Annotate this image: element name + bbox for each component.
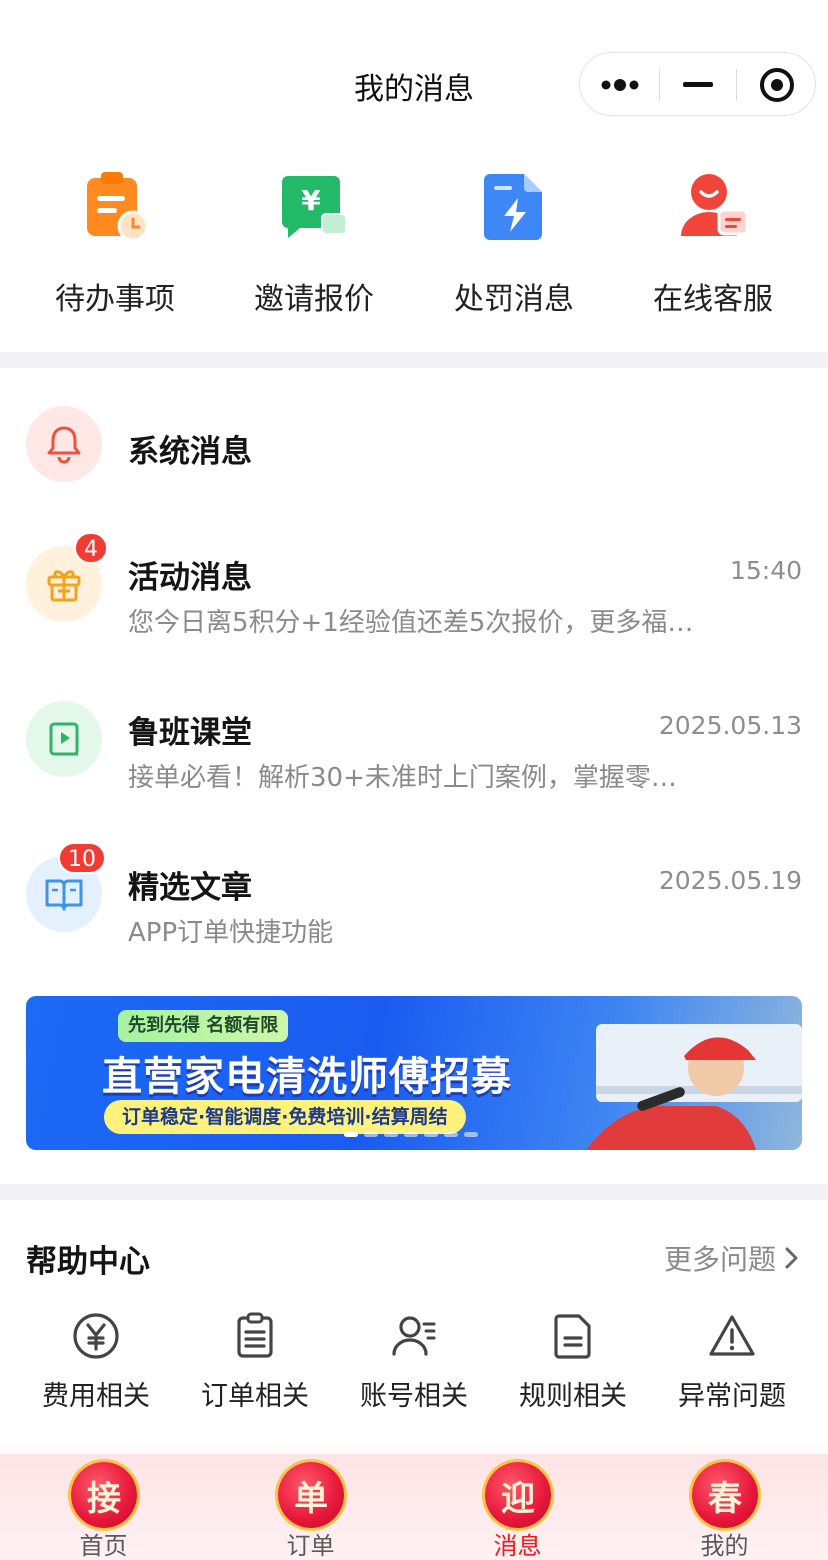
message-item-system[interactable]: 系统消息 bbox=[0, 390, 828, 500]
banner-dot[interactable] bbox=[404, 1132, 418, 1137]
customer-service-icon bbox=[681, 174, 749, 236]
more-questions-label: 更多问题 bbox=[663, 1243, 776, 1276]
clipboard-clock-icon bbox=[87, 172, 149, 242]
message-item-activity[interactable]: 4 活动消息 15:40 您今日离5积分+1经验值还差5次报价，更多福… bbox=[0, 532, 828, 642]
classroom-avatar bbox=[26, 701, 102, 777]
message-title: 系统消息 bbox=[128, 434, 252, 470]
open-book-icon bbox=[45, 879, 83, 911]
message-preview: 您今日离5积分+1经验值还差5次报价，更多福… bbox=[128, 608, 694, 638]
more-questions-link[interactable]: 更多问题 bbox=[664, 1238, 798, 1278]
bottom-tab-bar: 接 首页 单 订单 迎 消息 春 我的 bbox=[0, 1454, 828, 1560]
message-title: 鲁班课堂 bbox=[128, 715, 252, 751]
yen-chat-icon: ¥ bbox=[282, 176, 347, 238]
more-dots-icon bbox=[601, 79, 638, 91]
banner-pagination bbox=[344, 1132, 478, 1137]
message-title: 精选文章 bbox=[128, 870, 252, 906]
gift-icon bbox=[47, 570, 81, 602]
nav-header: 我的消息 bbox=[0, 0, 828, 150]
target-icon bbox=[759, 68, 794, 102]
message-time: 2025.05.13 bbox=[658, 711, 802, 740]
document-icon bbox=[554, 1314, 591, 1359]
message-time: 2025.05.19 bbox=[658, 866, 802, 895]
recruitment-banner[interactable]: 先到先得 名额有限 直营家电清洗师傅招募 订单稳定·智能调度·免费培训·结算周结 bbox=[26, 996, 802, 1150]
message-time: 15:40 bbox=[729, 556, 802, 585]
svg-text:¥: ¥ bbox=[301, 184, 321, 217]
system-avatar bbox=[26, 406, 102, 482]
help-item-label: 订单相关 bbox=[201, 1381, 309, 1412]
help-item-fees[interactable]: 费用相关 bbox=[16, 1312, 176, 1412]
user-list-icon bbox=[392, 1316, 436, 1356]
quick-penalty-label: 处罚消息 bbox=[454, 282, 574, 317]
message-item-classroom[interactable]: 鲁班课堂 2025.05.13 接单必看！解析30+未准时上门案例，掌握零… bbox=[0, 687, 828, 797]
technician-illustration bbox=[586, 1024, 802, 1150]
message-title: 活动消息 bbox=[128, 560, 252, 596]
help-item-account[interactable]: 账号相关 bbox=[334, 1312, 494, 1412]
help-item-label: 费用相关 bbox=[42, 1381, 150, 1412]
unread-badge: 10 bbox=[58, 842, 106, 874]
help-item-orders[interactable]: 订单相关 bbox=[175, 1312, 335, 1412]
tab-orders[interactable]: 单 订单 bbox=[207, 1454, 414, 1560]
festive-chun-icon: 春 bbox=[692, 1462, 758, 1528]
help-center-title: 帮助中心 bbox=[26, 1244, 150, 1280]
close-miniprogram-button[interactable] bbox=[737, 53, 816, 117]
section-divider bbox=[0, 1184, 828, 1200]
help-item-rules[interactable]: 规则相关 bbox=[493, 1312, 653, 1412]
quick-entries: 待办事项 ¥ 邀请报价 处罚消息 在线客服 bbox=[0, 150, 828, 352]
tab-messages[interactable]: 迎 消息 bbox=[414, 1454, 621, 1560]
quick-online-service[interactable]: 在线客服 bbox=[613, 170, 813, 320]
festive-dan-icon: 单 bbox=[278, 1462, 344, 1528]
help-item-label: 账号相关 bbox=[360, 1381, 468, 1412]
chevron-right-icon bbox=[785, 1247, 798, 1269]
banner-subtitle: 订单稳定·智能调度·免费培训·结算周结 bbox=[104, 1100, 466, 1134]
section-divider bbox=[0, 352, 828, 368]
tab-home[interactable]: 接 首页 bbox=[0, 1454, 207, 1560]
clipboard-list-icon bbox=[237, 1312, 273, 1358]
quick-quote-invite[interactable]: ¥ 邀请报价 bbox=[214, 170, 414, 320]
warning-icon bbox=[709, 1315, 755, 1356]
banner-dot[interactable] bbox=[444, 1132, 458, 1137]
banner-dot[interactable] bbox=[424, 1132, 438, 1137]
tab-label: 订单 bbox=[286, 1532, 335, 1560]
tab-label: 首页 bbox=[79, 1532, 128, 1560]
yen-circle-icon bbox=[73, 1313, 119, 1359]
festive-jie-icon: 接 bbox=[71, 1462, 137, 1528]
quick-penalty[interactable]: 处罚消息 bbox=[414, 170, 614, 320]
quick-online-service-label: 在线客服 bbox=[653, 282, 773, 317]
banner-title: 直营家电清洗师傅招募 bbox=[102, 1054, 512, 1100]
quick-todo-label: 待办事项 bbox=[55, 282, 175, 317]
document-bolt-icon bbox=[484, 174, 542, 240]
help-item-label: 异常问题 bbox=[678, 1381, 786, 1412]
quick-quote-invite-label: 邀请报价 bbox=[254, 282, 374, 317]
message-item-articles[interactable]: 10 精选文章 2025.05.19 APP订单快捷功能 bbox=[0, 842, 828, 952]
tab-label: 我的 bbox=[700, 1532, 749, 1560]
more-options-button[interactable] bbox=[580, 53, 659, 117]
banner-dot[interactable] bbox=[364, 1132, 378, 1137]
banner-tag: 先到先得 名额有限 bbox=[118, 1010, 289, 1042]
quick-todo[interactable]: 待办事项 bbox=[15, 170, 215, 320]
tab-mine[interactable]: 春 我的 bbox=[621, 1454, 828, 1560]
bell-icon bbox=[47, 426, 81, 464]
message-preview: APP订单快捷功能 bbox=[128, 918, 334, 948]
festive-ying-icon: 迎 bbox=[485, 1462, 551, 1528]
help-item-label: 规则相关 bbox=[519, 1381, 627, 1412]
banner-dot[interactable] bbox=[464, 1132, 478, 1137]
mini-program-capsule bbox=[579, 52, 816, 116]
unread-badge: 4 bbox=[74, 532, 108, 564]
help-item-exceptions[interactable]: 异常问题 bbox=[652, 1312, 812, 1412]
minus-icon bbox=[683, 82, 713, 87]
video-book-icon bbox=[49, 722, 79, 756]
message-preview: 接单必看！解析30+未准时上门案例，掌握零… bbox=[128, 763, 677, 793]
banner-dot[interactable] bbox=[344, 1132, 358, 1137]
banner-dot[interactable] bbox=[384, 1132, 398, 1137]
minimize-button[interactable] bbox=[660, 53, 736, 117]
tab-label: 消息 bbox=[493, 1532, 542, 1560]
